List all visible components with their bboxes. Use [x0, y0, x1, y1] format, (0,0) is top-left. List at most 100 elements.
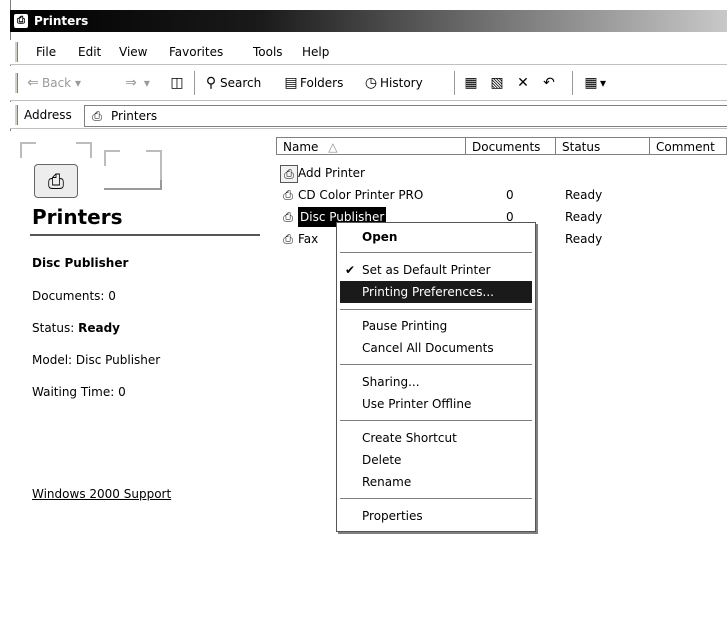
menu-item-label: Rename	[362, 475, 412, 489]
checkmark-icon: ✔	[345, 263, 356, 277]
menu-item-properties[interactable]: Properties	[337, 505, 535, 527]
title-bar[interactable]: ⎙ Printers	[10, 10, 727, 32]
back-label: Back	[42, 76, 72, 90]
views-dropdown-icon: ▾	[600, 76, 607, 90]
menu-item-cancel-all[interactable]: Cancel All Documents	[337, 337, 535, 359]
menu-item-printing-preferences[interactable]: Printing Preferences...	[340, 281, 532, 303]
move-to-icon: ▦	[464, 75, 478, 91]
status-line: Status: Ready	[32, 321, 120, 335]
folders-label: Folders	[300, 76, 344, 90]
menu-item-label: Sharing...	[362, 375, 420, 389]
column-name-label: Name	[283, 140, 319, 154]
menu-item-use-offline[interactable]: Use Printer Offline	[337, 393, 535, 415]
item-documents: 0	[506, 188, 514, 202]
column-documents-label: Documents	[472, 140, 541, 154]
move-to-button[interactable]: ▦	[462, 73, 480, 93]
item-name: CD Color Printer PRO	[298, 188, 424, 202]
address-value: Printers	[111, 109, 158, 123]
context-menu: Open ✔ Set as Default Printer Printing P…	[336, 222, 536, 532]
item-status: Ready	[565, 210, 603, 224]
menu-help[interactable]: Help	[302, 40, 329, 64]
folders-icon: ▤	[284, 75, 298, 91]
menu-separator	[340, 364, 532, 366]
menu-favorites[interactable]: Favorites	[169, 40, 223, 64]
selected-printer-name: Disc Publisher	[32, 256, 129, 270]
menu-tools[interactable]: Tools	[253, 40, 283, 64]
forward-arrow-icon: ⇒	[125, 75, 137, 91]
address-input[interactable]: ⎙ Printers	[84, 105, 727, 127]
menu-separator	[340, 309, 532, 311]
banner-frame	[146, 150, 162, 182]
back-button[interactable]: ⇐ Back ▾	[24, 73, 81, 93]
menu-item-label: Properties	[362, 509, 423, 523]
folders-button[interactable]: ▤ Folders	[282, 73, 343, 93]
list-item[interactable]: ⎙ Add Printer	[276, 163, 727, 183]
back-dropdown-icon: ▾	[74, 76, 81, 90]
menu-item-label: Open	[362, 230, 398, 244]
history-label: History	[380, 76, 423, 90]
sort-ascending-icon: △	[328, 140, 338, 154]
column-header-documents[interactable]: Documents	[466, 137, 556, 155]
copy-to-button[interactable]: ▧	[488, 73, 506, 93]
item-name: Add Printer	[298, 166, 365, 180]
window-title: Printers	[34, 14, 89, 28]
views-button[interactable]: ▦ ▾	[582, 73, 606, 93]
web-view-info-pane: ⎙ Printers Disc Publisher Documents: 0 S…	[10, 131, 265, 643]
toolbar-separator	[454, 71, 456, 95]
pane-title: Printers	[32, 205, 123, 229]
menu-item-label: Cancel All Documents	[362, 341, 494, 355]
history-icon: ◷	[364, 75, 378, 91]
menu-item-label: Printing Preferences...	[362, 285, 494, 299]
up-folder-icon: ◫	[170, 75, 184, 91]
address-grip[interactable]	[14, 105, 18, 125]
menu-file[interactable]: File	[36, 40, 56, 64]
list-item[interactable]: ⎙ CD Color Printer PRO 0 Ready	[276, 185, 727, 205]
column-header-status[interactable]: Status	[556, 137, 650, 155]
search-button[interactable]: ⚲ Search	[202, 73, 261, 93]
menu-item-open[interactable]: Open	[337, 226, 535, 248]
printers-folder-icon: ⎙	[14, 14, 28, 28]
documents-count: Documents: 0	[32, 289, 116, 303]
item-status: Ready	[565, 232, 603, 246]
forward-button[interactable]: ⇒ ▾	[122, 73, 150, 93]
printer-icon: ⎙	[283, 188, 293, 202]
menu-grip[interactable]	[14, 42, 18, 62]
banner-frame	[104, 150, 120, 166]
status-value: Ready	[78, 321, 120, 335]
waiting-time: Waiting Time: 0	[32, 385, 126, 399]
item-status: Ready	[565, 188, 603, 202]
menu-bar: File Edit View Favorites Tools Help	[10, 40, 727, 65]
windows-support-link[interactable]: Windows 2000 Support	[32, 487, 171, 501]
menu-separator	[340, 252, 532, 254]
undo-button[interactable]: ↶	[540, 73, 558, 93]
menu-item-pause-printing[interactable]: Pause Printing	[337, 315, 535, 337]
address-label: Address	[24, 108, 72, 122]
column-header-name[interactable]: Name △	[276, 137, 466, 155]
forward-dropdown-icon: ▾	[143, 76, 150, 90]
menu-view[interactable]: View	[119, 40, 147, 64]
column-status-label: Status	[562, 140, 601, 154]
menu-item-delete[interactable]: Delete	[337, 449, 535, 471]
menu-edit[interactable]: Edit	[78, 40, 101, 64]
fax-icon: ⎙	[283, 232, 293, 246]
folder-banner: ⎙	[20, 142, 170, 200]
toolbar-separator	[194, 71, 196, 95]
printers-folder-icon: ⎙	[92, 109, 102, 123]
delete-button[interactable]: ✕	[514, 73, 532, 93]
menu-item-label: Set as Default Printer	[362, 263, 491, 277]
menu-separator	[340, 498, 532, 500]
banner-frame	[104, 180, 162, 190]
history-button[interactable]: ◷ History	[362, 73, 423, 93]
menu-item-label: Delete	[362, 453, 402, 467]
up-folder-button[interactable]: ◫	[168, 73, 186, 93]
menu-item-create-shortcut[interactable]: Create Shortcut	[337, 427, 535, 449]
menu-item-rename[interactable]: Rename	[337, 471, 535, 493]
menu-item-sharing[interactable]: Sharing...	[337, 371, 535, 393]
banner-frame	[76, 142, 92, 158]
toolbar-grip[interactable]	[14, 73, 18, 93]
standard-toolbar: ⇐ Back ▾ ⇒ ▾ ◫ ⚲ Search ▤ Folders ◷ History …	[10, 66, 727, 101]
menu-item-set-default[interactable]: ✔ Set as Default Printer	[337, 259, 535, 281]
column-header-comment[interactable]: Comment	[650, 137, 727, 155]
address-bar: Address ⎙ Printers	[10, 102, 727, 129]
menu-item-label: Use Printer Offline	[362, 397, 472, 411]
